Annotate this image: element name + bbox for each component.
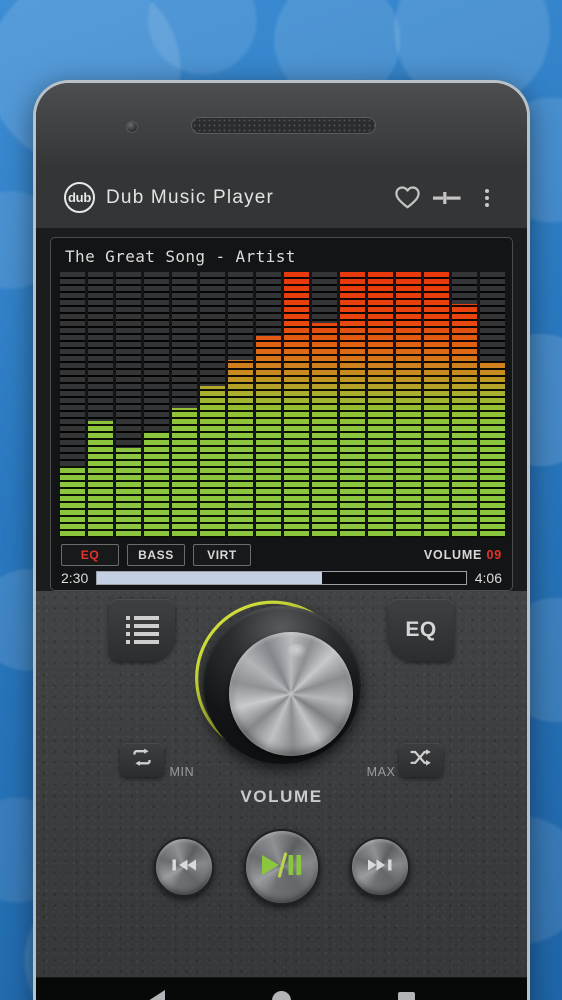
repeat-button[interactable] (120, 743, 164, 777)
transport-controls (153, 829, 410, 905)
previous-track-button[interactable] (153, 837, 214, 897)
spectrum-bar-fill (200, 386, 225, 538)
android-navigation-bar (36, 977, 527, 1000)
seek-bar[interactable] (96, 571, 467, 585)
spectrum-bar (452, 272, 477, 538)
app-screen: dub Dub Music Player The Great Song - Ar… (36, 167, 527, 1000)
phone-device: dub Dub Music Player The Great Song - Ar… (33, 80, 530, 1000)
spectrum-bar (144, 272, 169, 538)
spectrum-bar-fill (480, 362, 505, 538)
fx-button-virt[interactable]: VIRT (193, 544, 251, 566)
play-pause-button[interactable] (243, 829, 320, 905)
spectrum-bar-fill (60, 466, 85, 538)
volume-knob-face (228, 632, 353, 756)
volume-readout-value: 09 (486, 548, 502, 562)
eq-button[interactable]: EQ (388, 599, 454, 661)
spectrum-analyzer (60, 272, 505, 538)
spectrum-bar-fill (396, 272, 421, 538)
triangle-back-icon (148, 989, 165, 1000)
volume-readout: VOLUME 09 (424, 548, 502, 562)
earpiece-speaker-grille (191, 117, 376, 134)
fx-button-eq[interactable]: EQ (61, 544, 119, 566)
app-title: Dub Music Player (106, 186, 275, 208)
spectrum-bar-fill (256, 335, 281, 538)
volume-caption: VOLUME (240, 787, 323, 806)
control-deck: EQ MIN MAX VOLUME (36, 591, 527, 1000)
total-time: 4:06 (474, 570, 502, 586)
seek-bar-fill (97, 572, 323, 584)
shuffle-button[interactable] (399, 743, 443, 777)
skip-next-icon (365, 855, 395, 880)
overflow-menu-button[interactable] (467, 178, 507, 218)
spectrum-bar-fill (144, 431, 169, 538)
spectrum-bar-fill (312, 322, 337, 538)
spectrum-bar-fill (340, 272, 365, 538)
spectrum-bar (284, 272, 309, 538)
spectrum-bar-fill (368, 272, 393, 538)
spectrum-bar (60, 272, 85, 538)
spectrum-bar (368, 272, 393, 538)
spectrum-bar-fill (172, 407, 197, 538)
track-title: The Great Song - Artist (65, 247, 296, 266)
spectrum-bar (88, 272, 113, 538)
next-track-button[interactable] (349, 837, 410, 897)
spectrum-bar (340, 272, 365, 538)
nav-back-button[interactable] (134, 978, 180, 1000)
spectrum-bar (424, 272, 449, 538)
front-camera-icon (126, 121, 138, 133)
spectrum-bar-fill (284, 272, 309, 538)
phone-body: dub Dub Music Player The Great Song - Ar… (36, 83, 527, 1000)
progress-row: 2:30 4:06 (61, 568, 502, 588)
screenshot-stage: dub Dub Music Player The Great Song - Ar… (0, 0, 562, 1000)
spectrum-bar (312, 272, 337, 538)
spectrum-bar (256, 272, 281, 538)
spectrum-bar (200, 272, 225, 538)
effects-row: EQ BASS VIRT VOLUME 09 (61, 544, 502, 566)
spectrum-bar (116, 272, 141, 538)
playlist-button[interactable] (109, 599, 175, 661)
app-bar: dub Dub Music Player (36, 167, 527, 229)
visualizer-panel[interactable]: The Great Song - Artist EQ BASS VIRT VOL… (50, 237, 513, 591)
logo-text: dub (68, 190, 91, 205)
spectrum-bar-fill (88, 420, 113, 538)
volume-knob[interactable]: MIN MAX (170, 597, 395, 779)
spectrum-bar (480, 272, 505, 538)
spectrum-bar-fill (424, 272, 449, 538)
eq-button-label: EQ (405, 618, 437, 641)
favorite-button[interactable] (387, 178, 427, 218)
spectrum-bar (396, 272, 421, 538)
dub-logo-icon: dub (64, 182, 95, 213)
volume-knob-ring (202, 606, 361, 764)
knob-max-label: MAX (366, 765, 396, 779)
spectrum-bar-fill (116, 447, 141, 538)
phone-top-bezel (36, 83, 527, 167)
equalizer-button[interactable] (427, 178, 467, 218)
slider-icon (432, 188, 462, 208)
repeat-icon (130, 748, 154, 772)
spectrum-bar (172, 272, 197, 538)
skip-previous-icon (169, 855, 199, 880)
spectrum-bar (228, 272, 253, 538)
shuffle-icon (409, 748, 433, 772)
play-pause-icon (258, 851, 306, 884)
elapsed-time: 2:30 (61, 570, 89, 586)
spectrum-bar-fill (228, 359, 253, 538)
spectrum-bar-fill (452, 303, 477, 538)
nav-recents-button[interactable] (384, 978, 430, 1000)
heart-icon (394, 186, 420, 209)
volume-readout-label: VOLUME (423, 548, 483, 562)
fx-button-bass[interactable]: BASS (127, 544, 185, 566)
more-vertical-icon (485, 188, 489, 207)
knob-min-label: MIN (169, 765, 195, 779)
playlist-icon (125, 616, 159, 644)
circle-home-icon (272, 991, 291, 1000)
square-recents-icon (398, 992, 415, 1000)
nav-home-button[interactable] (259, 978, 305, 1000)
